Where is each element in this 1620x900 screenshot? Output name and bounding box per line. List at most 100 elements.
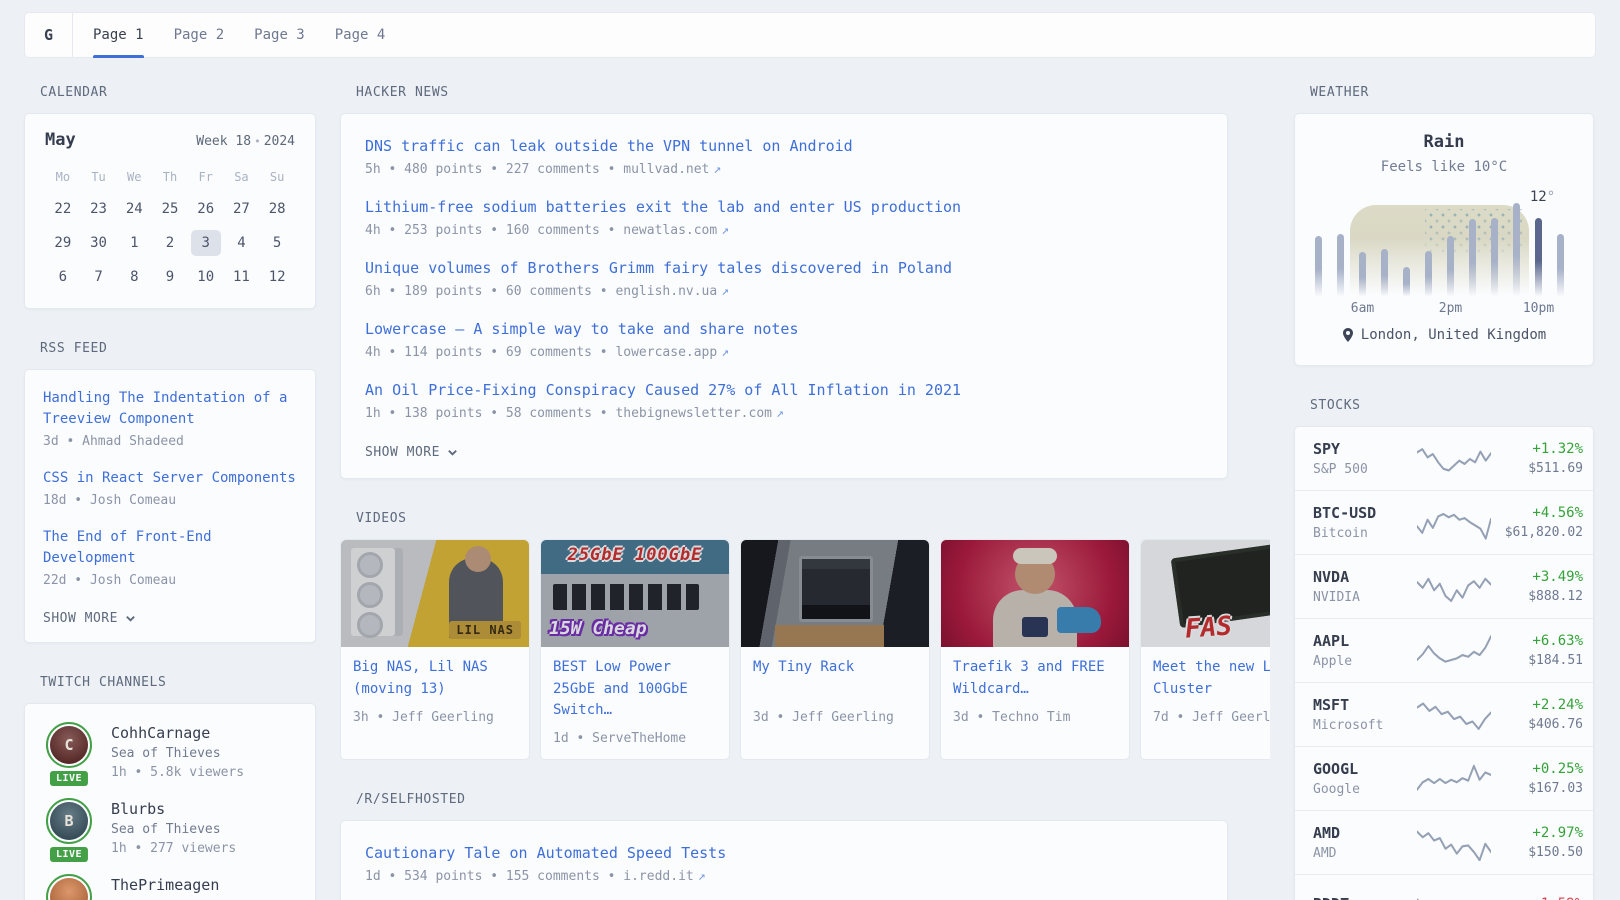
stock-row[interactable]: NVDANVIDIA +3.49%$888.12 — [1295, 555, 1593, 619]
hn-show-more-button[interactable]: SHOW MORE — [365, 445, 1203, 460]
avatar-letter: C — [64, 736, 73, 754]
app-logo[interactable]: G — [25, 13, 73, 57]
dot-separator: • — [254, 135, 261, 148]
external-link-icon[interactable]: ↗ — [721, 223, 729, 238]
weather-bar — [1381, 249, 1388, 297]
list-item: CSS in React Server Components 18d • Jos… — [43, 468, 297, 510]
stock-row[interactable]: BTC-USDBitcoin +4.56%$61,820.02 — [1295, 491, 1593, 555]
stock-change: +0.25% — [1491, 761, 1583, 777]
weather-bar — [1557, 234, 1564, 297]
hn-item-title[interactable]: Unique volumes of Brothers Grimm fairy t… — [365, 258, 1203, 279]
calendar-day-header: Fr — [188, 166, 224, 188]
stock-row[interactable]: AAPLApple +6.63%$184.51 — [1295, 619, 1593, 683]
rss-item-title[interactable]: CSS in React Server Components — [43, 468, 297, 489]
tab-page-4[interactable]: Page 4 — [335, 13, 386, 57]
calendar-week-label: Week 18 — [196, 134, 251, 149]
weather-bar — [1469, 219, 1476, 297]
reddit-item-title[interactable]: Cautionary Tale on Automated Speed Tests — [365, 843, 1203, 864]
twitch-channel-row[interactable]: B LIVE Blurbs Sea of Thieves 1h • 277 vi… — [43, 798, 297, 856]
hn-meta-text: 4h • 253 points • 160 comments • newatla… — [365, 223, 717, 238]
external-link-icon[interactable]: ↗ — [698, 869, 706, 884]
rss-widget: Handling The Indentation of a Treeview C… — [24, 369, 316, 643]
tab-page-3[interactable]: Page 3 — [254, 13, 305, 57]
stock-sparkline — [1417, 633, 1491, 669]
hn-item-title[interactable]: An Oil Price-Fixing Conspiracy Caused 27… — [365, 380, 1203, 401]
external-link-icon[interactable]: ↗ — [776, 406, 784, 421]
hn-item-title[interactable]: Lithium-free sodium batteries exit the l… — [365, 197, 1203, 218]
stock-symbol: AMD — [1313, 824, 1417, 842]
stock-name: NVIDIA — [1313, 590, 1417, 605]
hn-meta-text: 6h • 189 points • 60 comments • english.… — [365, 284, 717, 299]
stock-row[interactable]: MSFTMicrosoft +2.24%$406.76 — [1295, 683, 1593, 747]
live-badge: LIVE — [50, 847, 88, 862]
stock-row[interactable]: AMDAMD +2.97%$150.50 — [1295, 811, 1593, 875]
calendar-day: 25 — [152, 196, 188, 222]
rss-item-title[interactable]: The End of Front-End Development — [43, 527, 297, 569]
weather-location-text: London, United Kingdom — [1361, 327, 1546, 343]
video-title[interactable]: Big NAS, Lil NAS (moving 13) — [353, 657, 517, 701]
video-title[interactable]: Meet the new Linux Cluster — [1153, 657, 1270, 701]
video-title[interactable]: BEST Low Power 25GbE and 100GbE Switch… — [553, 657, 717, 722]
stock-row[interactable]: GOOGLGoogle +0.25%$167.03 — [1295, 747, 1593, 811]
stock-symbol: AAPL — [1313, 632, 1417, 650]
external-link-icon[interactable]: ↗ — [713, 162, 721, 177]
stock-name: Microsoft — [1313, 718, 1417, 733]
chevron-down-icon — [125, 613, 136, 624]
stock-sparkline — [1417, 888, 1491, 900]
weather-bar — [1513, 203, 1520, 297]
live-badge: LIVE — [50, 771, 88, 786]
hn-item-title[interactable]: DNS traffic can leak outside the VPN tun… — [365, 136, 1203, 157]
video-card[interactable]: 25GbE 100GbE 15W Cheap BEST Low Power 25… — [540, 539, 730, 760]
stock-change: +1.32% — [1491, 441, 1583, 457]
calendar-week-year: Week 18•2024 — [196, 134, 295, 149]
video-meta: 7d • Jeff Geerling — [1153, 710, 1270, 725]
thumbnail-text: 15W Cheap — [549, 618, 647, 639]
external-link-icon[interactable]: ↗ — [721, 284, 729, 299]
twitch-channel-game: Sea of Thieves — [111, 746, 244, 761]
calendar-day-selected: 3 — [191, 230, 221, 256]
stock-price: $150.50 — [1491, 845, 1583, 860]
video-title[interactable]: My Tiny Rack — [753, 657, 917, 701]
twitch-channel-row[interactable]: C LIVE CohhCarnage Sea of Thieves 1h • 5… — [43, 722, 297, 780]
rss-show-more-button[interactable]: SHOW MORE — [43, 611, 297, 626]
rss-item-title[interactable]: Handling The Indentation of a Treeview C… — [43, 388, 297, 430]
twitch-channel-game: Sea of Thieves — [111, 822, 236, 837]
video-meta: 3d • Jeff Geerling — [753, 710, 917, 725]
thumbnail-text: 25GbE 100GbE — [541, 545, 729, 565]
stock-symbol: SPY — [1313, 440, 1417, 458]
twitch-channel-name: CohhCarnage — [111, 724, 244, 742]
twitch-channel-meta: 1h • 277 viewers — [111, 841, 236, 856]
calendar-day: 28 — [259, 196, 295, 222]
weather-chart: 12°6am2pm10pm — [1313, 197, 1579, 297]
map-pin-icon — [1342, 328, 1354, 342]
tab-page-1[interactable]: Page 1 — [93, 13, 144, 57]
weather-location: London, United Kingdom — [1313, 327, 1575, 343]
video-meta: 1d • ServeTheHome — [553, 731, 717, 746]
hn-meta-text: 5h • 480 points • 227 comments • mullvad… — [365, 162, 709, 177]
hn-item-title[interactable]: Lowercase – A simple way to take and sha… — [365, 319, 1203, 340]
twitch-channel-meta: 1h • 5.8k viewers — [111, 765, 244, 780]
weather-feels-like: Feels like 10°C — [1313, 159, 1575, 175]
video-card[interactable]: FAS Meet the new Linux Cluster 7d • Jeff… — [1140, 539, 1270, 760]
twitch-channel-row[interactable]: ThePrimeagen — [43, 874, 297, 900]
video-card[interactable]: My Tiny Rack 3d • Jeff Geerling — [740, 539, 930, 760]
video-card[interactable]: Traefik 3 and FREE Wildcard… 3d • Techno… — [940, 539, 1130, 760]
top-nav: G Page 1 Page 2 Page 3 Page 4 — [24, 12, 1596, 58]
stock-sparkline — [1417, 569, 1491, 605]
avatar: C — [46, 722, 92, 768]
stock-sparkline — [1417, 505, 1491, 541]
stock-row[interactable]: SPYS&P 500 +1.32%$511.69 — [1295, 427, 1593, 491]
tab-page-2[interactable]: Page 2 — [174, 13, 225, 57]
weather-bar — [1447, 236, 1454, 297]
list-item: An Oil Price-Fixing Conspiracy Caused 27… — [365, 380, 1203, 421]
list-item: Handling The Indentation of a Treeview C… — [43, 388, 297, 451]
twitch-channel-name: ThePrimeagen — [111, 876, 219, 894]
stock-price: $184.51 — [1491, 653, 1583, 668]
stock-row[interactable]: RDDT -1.59% — [1295, 875, 1593, 900]
video-title[interactable]: Traefik 3 and FREE Wildcard… — [953, 657, 1117, 701]
video-card[interactable]: LIL NAS Big NAS, Lil NAS (moving 13) 3h … — [340, 539, 530, 760]
selfhosted-widget: Cautionary Tale on Automated Speed Tests… — [340, 820, 1228, 900]
stock-symbol: GOOGL — [1313, 760, 1417, 778]
weather-bar — [1315, 236, 1322, 297]
external-link-icon[interactable]: ↗ — [721, 345, 729, 360]
